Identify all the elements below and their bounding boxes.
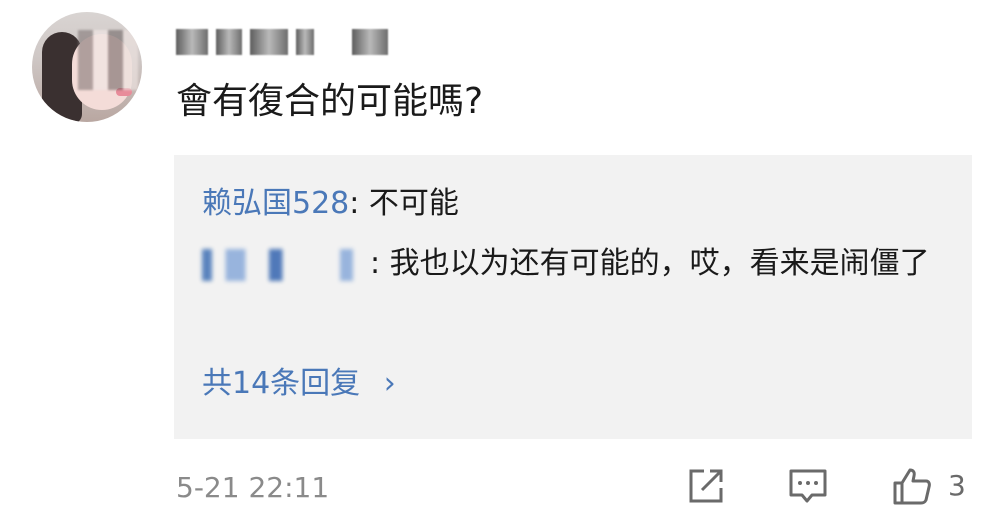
comment-icon [789,469,827,503]
thumbs-up-icon [893,468,931,505]
reply-item[interactable]: : 我也以为还有可能的，哎，看来是闹僵了 [202,243,942,285]
redacted-block [176,29,208,55]
more-replies-link[interactable]: 共14条回复 › [202,363,396,405]
replies-panel[interactable]: 赖弘国528: 不可能 : 我也以为还有可能的，哎，看来是闹僵了 共14条回复 … [174,155,972,439]
like-button[interactable] [890,464,934,508]
redacted-block [216,29,242,55]
redacted-block [250,29,288,55]
avatar-pixelation [78,30,138,90]
reply-button[interactable] [786,464,830,508]
reply-author-redacted[interactable] [202,248,370,281]
comment-timestamp: 5-21 22:11 [176,471,330,504]
avatar[interactable] [32,12,142,122]
reply-separator: : [349,186,369,221]
reply-author[interactable]: 赖弘国528 [202,186,349,221]
reply-text: 我也以为还有可能的，哎，看来是闹僵了 [389,246,930,281]
reply-item[interactable]: 赖弘国528: 不可能 [202,183,942,225]
reply-text: 不可能 [368,186,459,221]
chevron-right-icon: › [383,366,396,401]
comment-text: 會有復合的可能嗎? [176,81,484,122]
comment-card: 會有復合的可能嗎? 赖弘国528: 不可能 : 我也以为还有可能的，哎，看来是闹… [0,0,1000,513]
redacted-block [296,29,314,55]
share-icon [689,469,723,503]
share-button[interactable] [684,464,728,508]
redacted-block [352,29,388,55]
username-redacted[interactable] [176,24,388,60]
reply-separator: : [370,246,390,281]
more-replies-label: 共14条回复 [202,366,361,401]
like-count: 3 [948,469,966,502]
